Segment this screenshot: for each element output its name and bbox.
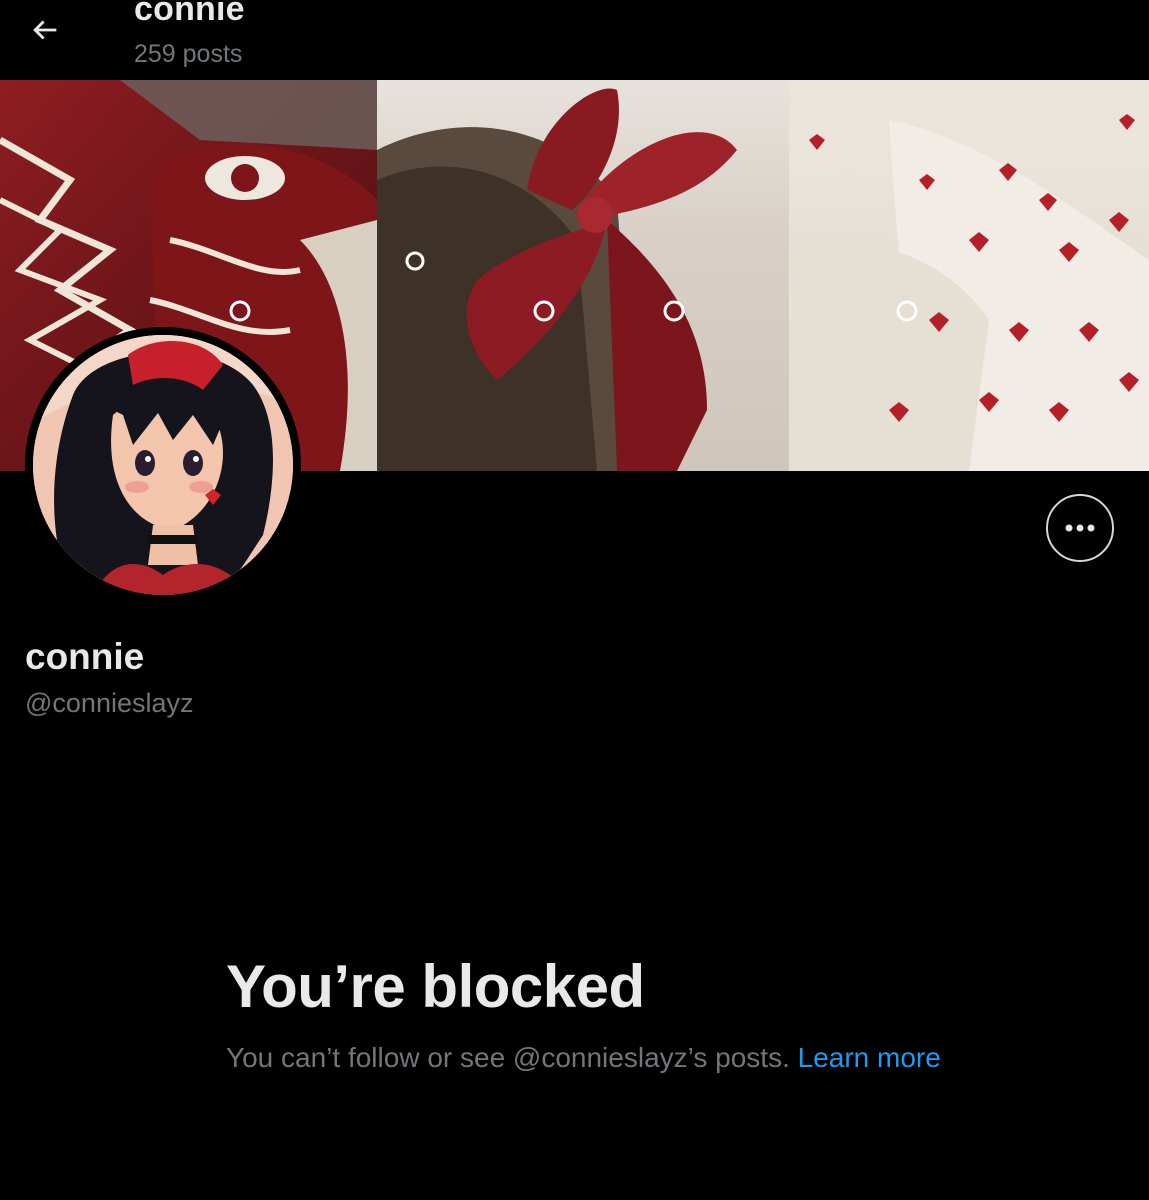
back-button[interactable] (22, 10, 68, 50)
arrow-left-icon (33, 20, 57, 40)
header-title: connie (134, 0, 245, 28)
banner-image-bow (377, 80, 789, 471)
profile-page: connie 259 posts connie @connieslayz You… (0, 0, 1149, 1200)
display-name: connie (25, 636, 145, 677)
more-dots-icon (1065, 524, 1095, 532)
banner-image-socks (789, 80, 1149, 471)
more-options-button[interactable] (1046, 494, 1114, 562)
top-bar: connie 259 posts (0, 0, 1149, 80)
profile-avatar[interactable] (25, 327, 301, 603)
blocked-message-text: You can’t follow or see @connieslayz’s p… (226, 1042, 790, 1073)
user-handle: @connieslayz (25, 688, 194, 718)
blocked-message: You can’t follow or see @connieslayz’s p… (226, 1038, 946, 1077)
blocked-title: You’re blocked (226, 953, 645, 1020)
learn-more-link[interactable]: Learn more (798, 1042, 941, 1073)
avatar-image (33, 335, 293, 595)
post-count: 259 posts (134, 40, 243, 68)
